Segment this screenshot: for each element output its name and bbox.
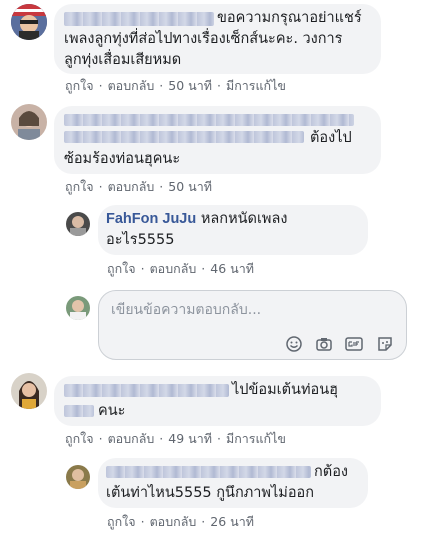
timestamp-link[interactable]: 50 นาที xyxy=(168,76,212,96)
avatar[interactable] xyxy=(11,4,47,40)
avatar-image xyxy=(66,296,90,320)
redacted-text xyxy=(64,131,304,143)
reply-actions: ถูกใจ · ตอบกลับ · 26 นาที xyxy=(107,512,254,532)
reply-link[interactable]: ตอบกลับ xyxy=(150,512,197,532)
avatar-image xyxy=(11,373,47,409)
comment-text-line: ลูกทุ่งเสื่อมเสียหมด xyxy=(64,52,182,68)
like-link[interactable]: ถูกใจ xyxy=(65,76,94,96)
separator: · xyxy=(98,179,103,194)
separator: · xyxy=(201,261,206,276)
reply-text-line: กต้อง xyxy=(314,464,348,480)
separator: · xyxy=(140,261,145,276)
redacted-author-name xyxy=(106,466,311,478)
separator: · xyxy=(159,78,164,93)
like-link[interactable]: ถูกใจ xyxy=(65,177,94,197)
reply-text: หลกหนัดเพลง xyxy=(200,211,288,227)
comment-text-line: ซ้อมร้องท่อนฮุคนะ xyxy=(64,151,181,167)
timestamp-link[interactable]: 46 นาที xyxy=(210,259,254,279)
comment-actions: ถูกใจ · ตอบกลับ · 49 นาที · มีการแก้ไข xyxy=(65,429,286,449)
redacted-author-name xyxy=(64,384,229,397)
avatar-image xyxy=(66,212,90,236)
avatar-image xyxy=(11,4,47,40)
comment-text-line: ขอความกรุณาอย่าแชร์ xyxy=(217,10,362,26)
comment-text-line: คนะ xyxy=(98,403,126,419)
reply-text-line: FahFon JuJu หลกหนัดเพลง xyxy=(106,209,287,230)
camera-icon[interactable] xyxy=(315,335,333,353)
comment-actions: ถูกใจ · ตอบกลับ · 50 นาที xyxy=(65,177,212,197)
separator: · xyxy=(216,78,221,93)
reply-link[interactable]: ตอบกลับ xyxy=(108,429,155,449)
edited-label[interactable]: มีการแก้ไข xyxy=(226,76,286,96)
reply-link[interactable]: ตอบกลับ xyxy=(108,177,155,197)
comment-text-line: ต้องไป xyxy=(310,130,352,146)
timestamp-link[interactable]: 49 นาที xyxy=(168,429,212,449)
gif-icon[interactable] xyxy=(345,335,363,353)
comment-actions: ถูกใจ · ตอบกลับ · 50 นาที · มีการแก้ไข xyxy=(65,76,286,96)
comment-text-line: ไปข้อมเต้นท่อนฮุ xyxy=(232,382,338,398)
avatar-image xyxy=(11,104,47,140)
avatar[interactable] xyxy=(11,104,47,140)
separator: · xyxy=(98,431,103,446)
separator: · xyxy=(98,78,103,93)
like-link[interactable]: ถูกใจ xyxy=(65,429,94,449)
avatar[interactable] xyxy=(66,212,90,236)
smiley-icon[interactable] xyxy=(285,335,303,353)
reply-placeholder: เขียนข้อความตอบกลับ... xyxy=(111,302,262,318)
edited-label[interactable]: มีการแก้ไข xyxy=(226,429,286,449)
reply-link[interactable]: ตอบกลับ xyxy=(150,259,197,279)
reply-link[interactable]: ตอบกลับ xyxy=(108,76,155,96)
reply-actions: ถูกใจ · ตอบกลับ · 46 นาที xyxy=(107,259,254,279)
reply-text-line: อะไร5555 xyxy=(106,232,175,248)
like-link[interactable]: ถูกใจ xyxy=(107,259,136,279)
timestamp-link[interactable]: 26 นาที xyxy=(210,512,254,532)
avatar[interactable] xyxy=(66,465,90,489)
timestamp-link[interactable]: 50 นาที xyxy=(168,177,212,197)
like-link[interactable]: ถูกใจ xyxy=(107,512,136,532)
redacted-author-name xyxy=(64,114,354,126)
separator: · xyxy=(159,431,164,446)
comment-text-line: เพลงลูกทุ่งที่ส่อไปทางเรื่องเซ็กส์นะคะ. … xyxy=(64,31,343,47)
reply-input-field[interactable]: เขียนข้อความตอบกลับ... xyxy=(98,290,407,360)
reply-author-name[interactable]: FahFon JuJu xyxy=(106,211,196,227)
avatar[interactable] xyxy=(66,296,90,320)
separator: · xyxy=(216,431,221,446)
redacted-text xyxy=(64,405,94,417)
reply-text-line: เต้นท่าไหน5555 กูนึกภาพไม่ออก xyxy=(106,485,315,501)
separator: · xyxy=(201,514,206,529)
redacted-author-name xyxy=(64,12,214,26)
separator: · xyxy=(159,179,164,194)
avatar-image xyxy=(66,465,90,489)
sticker-icon[interactable] xyxy=(376,335,394,353)
separator: · xyxy=(140,514,145,529)
avatar[interactable] xyxy=(11,373,47,409)
